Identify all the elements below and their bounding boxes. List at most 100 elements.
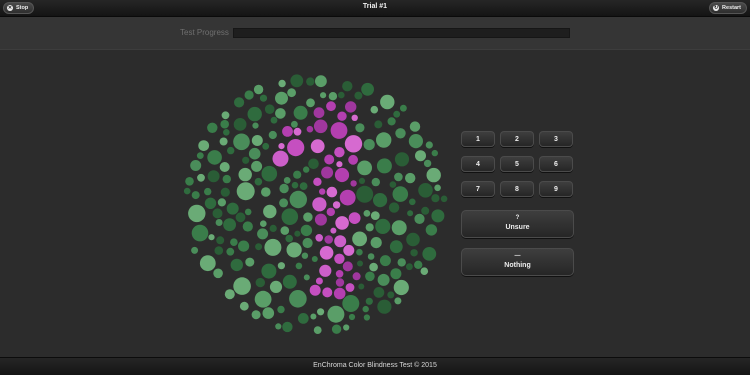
plate-figure-dot bbox=[334, 235, 347, 248]
plate-dot bbox=[244, 90, 254, 100]
plate-dot bbox=[244, 208, 252, 216]
plate-dot bbox=[392, 186, 409, 202]
plate-figure-dot bbox=[326, 207, 335, 217]
plate-dot bbox=[415, 150, 426, 162]
plate-dot bbox=[207, 122, 218, 133]
plate-dot bbox=[311, 256, 318, 262]
plate-dot bbox=[213, 268, 223, 279]
digit-button-9[interactable]: 9 bbox=[539, 181, 573, 197]
plate-dot bbox=[291, 120, 298, 128]
plate-figure-dot bbox=[313, 177, 322, 186]
digit-button-4[interactable]: 4 bbox=[461, 156, 495, 172]
plate-dot bbox=[286, 242, 302, 258]
plate-dot bbox=[215, 219, 223, 226]
plate-figure-dot bbox=[339, 189, 356, 206]
plate-figure-dot bbox=[319, 246, 334, 260]
plate-dot bbox=[379, 255, 391, 267]
plate-dot bbox=[214, 246, 224, 255]
plate-dot bbox=[352, 231, 367, 247]
plate-dot bbox=[377, 273, 390, 286]
plate-figure-dot bbox=[335, 270, 344, 278]
plate-dot bbox=[380, 94, 395, 110]
plate-dot bbox=[407, 210, 414, 217]
copyright-text: EnChroma Color Blindness Test © 2015 bbox=[313, 362, 437, 369]
nothing-button[interactable]: — Nothing bbox=[461, 248, 574, 276]
plate-dot bbox=[280, 226, 290, 235]
plate-dot bbox=[426, 167, 441, 183]
plate-figure-dot bbox=[324, 235, 333, 244]
restart-button[interactable]: ↻ Restart bbox=[709, 2, 747, 14]
plate-dot bbox=[264, 238, 282, 256]
plate-figure-dot bbox=[324, 154, 335, 165]
plate-figure-dot bbox=[350, 180, 357, 187]
plate-dot bbox=[190, 160, 202, 171]
plate-dot bbox=[373, 287, 385, 298]
plate-dot bbox=[264, 104, 275, 114]
plate-dot bbox=[389, 181, 397, 188]
plate-figure-dot bbox=[352, 272, 361, 281]
plate-figure-dot bbox=[310, 139, 325, 154]
restart-label: Restart bbox=[722, 5, 741, 11]
plate-dot bbox=[306, 77, 315, 86]
plate-figure-dot bbox=[337, 111, 347, 121]
plate-dot bbox=[291, 181, 299, 189]
plate-dot bbox=[393, 110, 401, 118]
plate-dot bbox=[275, 91, 288, 105]
plate-dot bbox=[196, 152, 204, 159]
plate-dot bbox=[357, 260, 363, 267]
unsure-button[interactable]: ? Unsure bbox=[461, 210, 574, 238]
plate-dot bbox=[370, 211, 380, 221]
plate-figure-dot bbox=[334, 147, 345, 158]
plate-figure-dot bbox=[348, 212, 361, 225]
plate-dot bbox=[261, 187, 271, 197]
plate-dot bbox=[254, 290, 272, 308]
digit-button-6[interactable]: 6 bbox=[539, 156, 573, 172]
plate-dot bbox=[422, 247, 437, 261]
digit-button-7[interactable]: 7 bbox=[461, 181, 495, 197]
plate-dot bbox=[282, 274, 297, 289]
plate-dot bbox=[220, 119, 229, 129]
plate-figure-dot bbox=[315, 234, 323, 242]
plate-dot bbox=[217, 198, 226, 207]
digit-button-8[interactable]: 8 bbox=[500, 181, 534, 197]
plate-dot bbox=[275, 323, 282, 330]
digit-button-5[interactable]: 5 bbox=[500, 156, 534, 172]
plate-dot bbox=[354, 91, 363, 100]
plate-dot bbox=[281, 208, 299, 225]
plate-dot bbox=[388, 202, 400, 213]
plate-dot bbox=[277, 262, 285, 270]
plate-dot bbox=[391, 220, 407, 236]
digit-button-2[interactable]: 2 bbox=[500, 131, 534, 147]
plate-dot bbox=[300, 224, 313, 237]
plate-figure-dot bbox=[322, 287, 333, 298]
plate-dot bbox=[227, 146, 235, 155]
plate-dot bbox=[282, 321, 293, 333]
plate-dot bbox=[328, 92, 338, 101]
plate-dot bbox=[342, 81, 353, 92]
plate-dot bbox=[223, 129, 230, 136]
plate-dot bbox=[230, 258, 243, 272]
plate-dot bbox=[358, 283, 365, 290]
plate-dot bbox=[183, 187, 191, 195]
plate-dot bbox=[220, 187, 230, 197]
plate-dot bbox=[207, 150, 222, 165]
plate-dot bbox=[254, 177, 263, 186]
plate-figure-dot bbox=[335, 216, 349, 230]
plate-dot bbox=[255, 243, 263, 251]
plate-dot bbox=[230, 238, 238, 246]
digit-button-1[interactable]: 1 bbox=[461, 131, 495, 147]
plate-dot bbox=[342, 295, 360, 312]
plate-dot bbox=[389, 240, 403, 254]
plate-dot bbox=[199, 255, 216, 272]
plate-dot bbox=[348, 313, 356, 321]
progress-label: Test Progress bbox=[180, 28, 229, 37]
plate-dot bbox=[405, 172, 416, 184]
plate-dot bbox=[212, 208, 223, 219]
plate-dot bbox=[315, 75, 327, 88]
plate-dot bbox=[327, 305, 345, 323]
digit-button-3[interactable]: 3 bbox=[539, 131, 573, 147]
plate-dot bbox=[262, 142, 270, 150]
plate-dot bbox=[253, 84, 264, 95]
plate-dot bbox=[303, 166, 310, 173]
plate-dot bbox=[279, 183, 289, 194]
